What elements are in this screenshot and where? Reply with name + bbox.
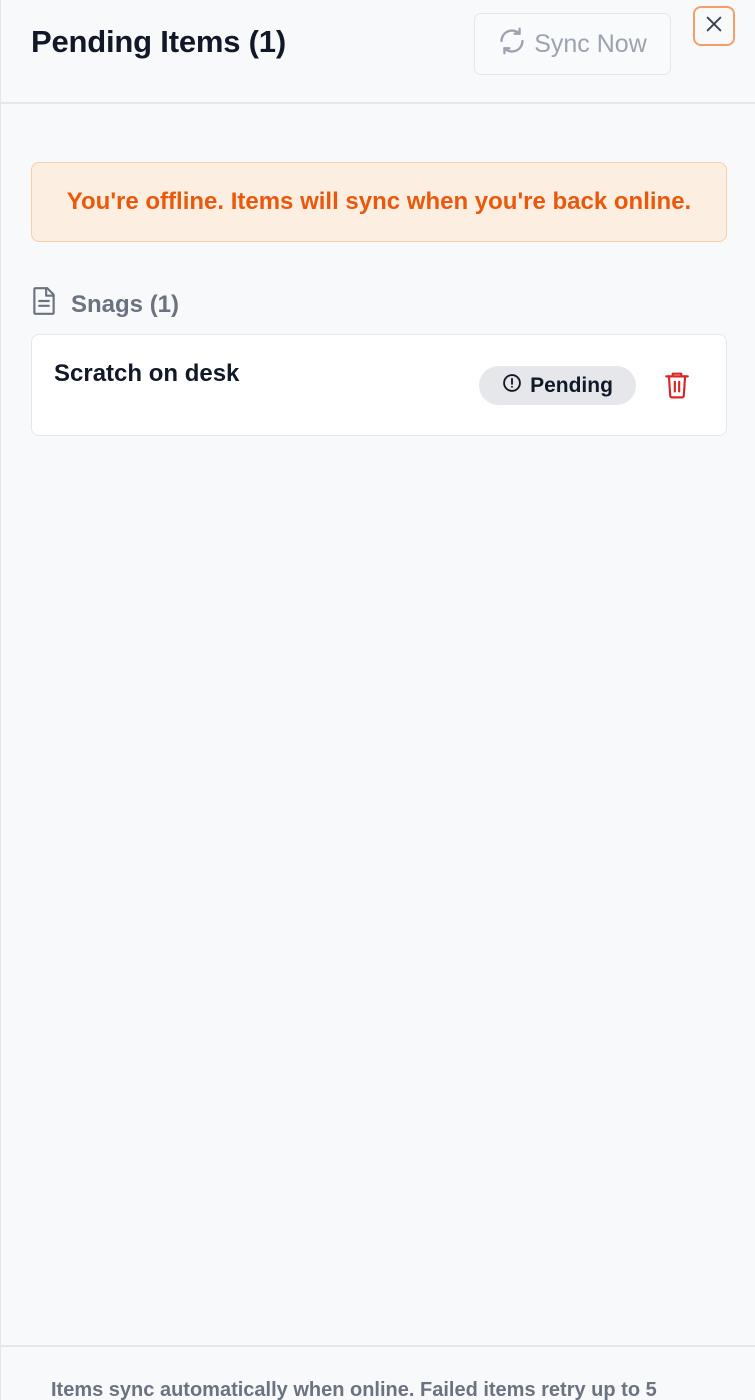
status-badge: Pending [479, 366, 636, 405]
sync-now-label: Sync Now [534, 29, 647, 58]
status-label: Pending [530, 373, 613, 397]
trash-icon [664, 371, 690, 404]
pending-items-panel: Pending Items (1) Sync Now You're offlin… [0, 0, 755, 1400]
offline-banner: You're offline. Items will sync when you… [31, 162, 727, 242]
panel-header: Pending Items (1) Sync Now [1, 0, 755, 104]
list-item[interactable]: Scratch on desk Pending [31, 334, 727, 436]
document-icon [31, 286, 57, 323]
offline-message: You're offline. Items will sync when you… [66, 188, 692, 215]
close-icon [703, 13, 725, 40]
footer-note: Items sync automatically when online. Fa… [51, 1379, 657, 1400]
section-label: Snags (1) [71, 290, 180, 318]
section-header-snags: Snags (1) [31, 286, 179, 323]
close-button[interactable] [693, 6, 735, 46]
delete-button[interactable] [662, 371, 692, 403]
panel-footer: Items sync automatically when online. Fa… [1, 1345, 755, 1400]
sync-now-button[interactable]: Sync Now [474, 13, 671, 75]
alert-circle-icon [502, 373, 522, 399]
page-title: Pending Items (1) [31, 24, 286, 59]
item-title: Scratch on desk [54, 360, 240, 387]
refresh-icon [498, 27, 526, 62]
